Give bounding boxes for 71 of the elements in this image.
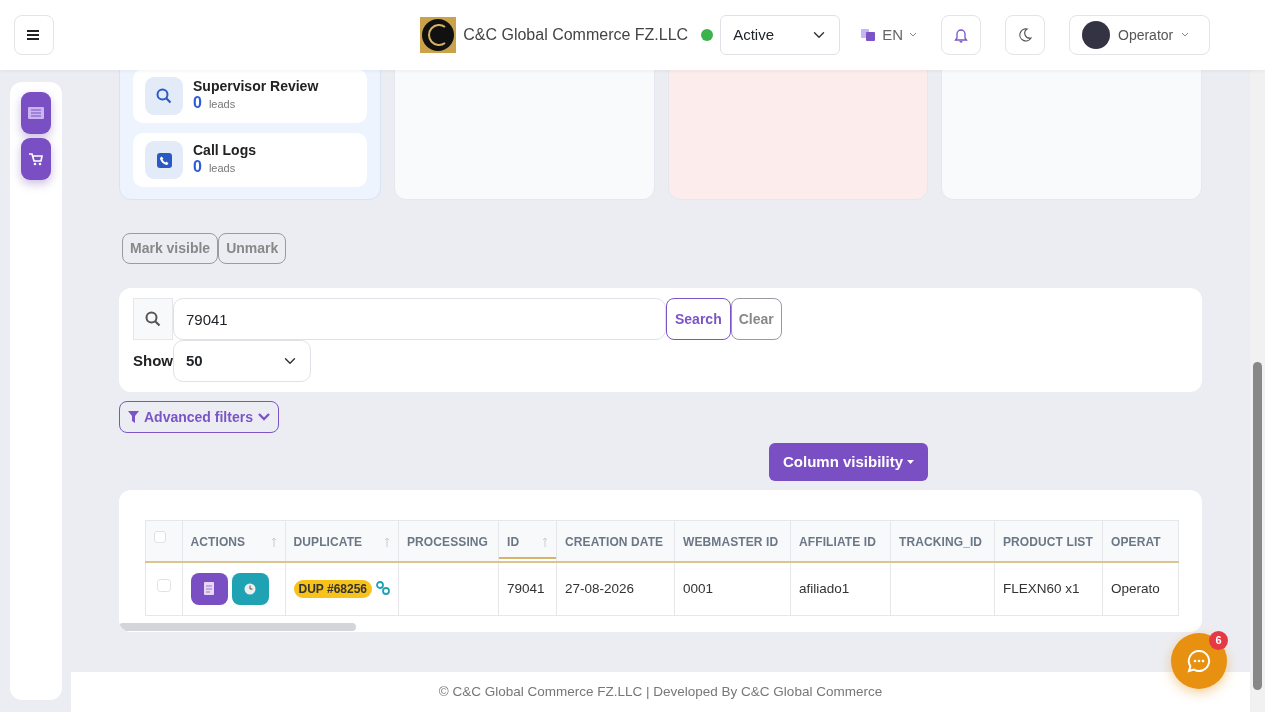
column-header[interactable]: OPERAT xyxy=(1102,520,1179,562)
card-title: Supervisor Review xyxy=(193,79,319,95)
table-cell: 27-08-2026 xyxy=(556,561,675,616)
clock-icon xyxy=(244,582,256,595)
column-header[interactable]: DUPLICATE xyxy=(285,520,399,562)
table-cell: FLEXN60 x1 xyxy=(994,561,1103,616)
column-header[interactable]: PRODUCT LIST xyxy=(994,520,1103,562)
logo-icon xyxy=(420,17,457,53)
language-switch[interactable]: EN xyxy=(860,23,917,47)
count-unit: leads xyxy=(208,97,236,113)
bell-icon xyxy=(954,27,968,43)
cart-icon xyxy=(29,152,43,166)
link-icon[interactable] xyxy=(376,580,390,595)
page-size-select[interactable]: 50 xyxy=(173,340,311,382)
search-button[interactable]: Search xyxy=(666,298,731,340)
vertical-scrollbar[interactable] xyxy=(1253,362,1262,690)
lead-count: 0 xyxy=(193,158,202,177)
footer-text: © C&C Global Commerce FZ.LLC | Developed By C&C Global Commerce xyxy=(438,682,883,701)
history-button[interactable] xyxy=(231,572,269,605)
duplicate-badge: DUP #68256 xyxy=(293,579,372,598)
column-header[interactable]: TRACKING_ID xyxy=(890,520,995,562)
clear-button[interactable]: Clear xyxy=(730,298,782,340)
summary-card[interactable]: Supervisor Review 0 leads xyxy=(133,69,367,123)
column-header[interactable]: CREATION DATE xyxy=(556,520,675,562)
table-cell: 79041 xyxy=(498,561,557,616)
bulk-action-button[interactable]: Unmark xyxy=(218,233,287,264)
user-menu-button[interactable]: Operator xyxy=(1069,15,1210,55)
translate-icon xyxy=(860,28,877,42)
status-select[interactable]: Active xyxy=(720,15,841,55)
moon-icon xyxy=(1018,28,1032,42)
search-field[interactable]: 79041 xyxy=(173,298,666,340)
column-header[interactable]: AFFILIATE ID xyxy=(790,520,891,562)
cart-nav-button[interactable] xyxy=(21,138,51,180)
table-cell: 0001 xyxy=(674,561,791,616)
caret-icon xyxy=(907,460,915,466)
select-all-checkbox[interactable] xyxy=(154,531,166,543)
search-icon xyxy=(156,88,172,104)
search-icon xyxy=(133,298,173,340)
filter-icon xyxy=(128,411,139,423)
column-header[interactable]: WEBMASTER ID xyxy=(674,520,791,562)
chevron-down-icon xyxy=(257,413,270,421)
column-visibility-button[interactable]: Column visibility xyxy=(769,443,929,481)
card-title: Call Logs xyxy=(193,143,256,159)
column-header[interactable]: ID xyxy=(498,520,557,562)
theme-toggle-button[interactable] xyxy=(1005,15,1045,55)
chevron-down-icon xyxy=(1181,32,1190,38)
show-label: Show xyxy=(133,350,173,371)
count-unit: leads xyxy=(208,161,236,177)
clipboard-icon xyxy=(204,582,214,596)
advanced-filters-button[interactable]: Advanced filters xyxy=(119,401,279,433)
list-nav-button[interactable] xyxy=(21,92,51,134)
row-checkbox[interactable] xyxy=(157,578,171,593)
bulk-action-button[interactable]: Mark visible xyxy=(122,233,219,264)
notification-button[interactable] xyxy=(941,15,981,55)
column-header[interactable]: PROCESSING xyxy=(398,520,499,562)
lead-count: 0 xyxy=(193,94,202,113)
notes-button[interactable] xyxy=(190,572,228,605)
avatar-icon xyxy=(1082,21,1110,49)
notification-count: 6 xyxy=(1209,631,1228,650)
table-cell: afiliado1 xyxy=(790,561,891,616)
table-cell: Operato xyxy=(1102,561,1179,616)
company-name: C&C Global Commerce FZ.LLC xyxy=(463,25,689,45)
phone-icon xyxy=(156,152,172,168)
horizontal-scrollbar[interactable] xyxy=(119,623,356,631)
list-icon xyxy=(28,107,44,119)
summary-card[interactable]: Call Logs 0 leads xyxy=(133,133,367,187)
column-header[interactable]: ACTIONS xyxy=(182,520,285,562)
menu-icon xyxy=(27,29,41,41)
chat-icon xyxy=(1187,649,1211,673)
chevron-down-icon xyxy=(909,32,917,38)
menu-button[interactable] xyxy=(14,15,54,55)
